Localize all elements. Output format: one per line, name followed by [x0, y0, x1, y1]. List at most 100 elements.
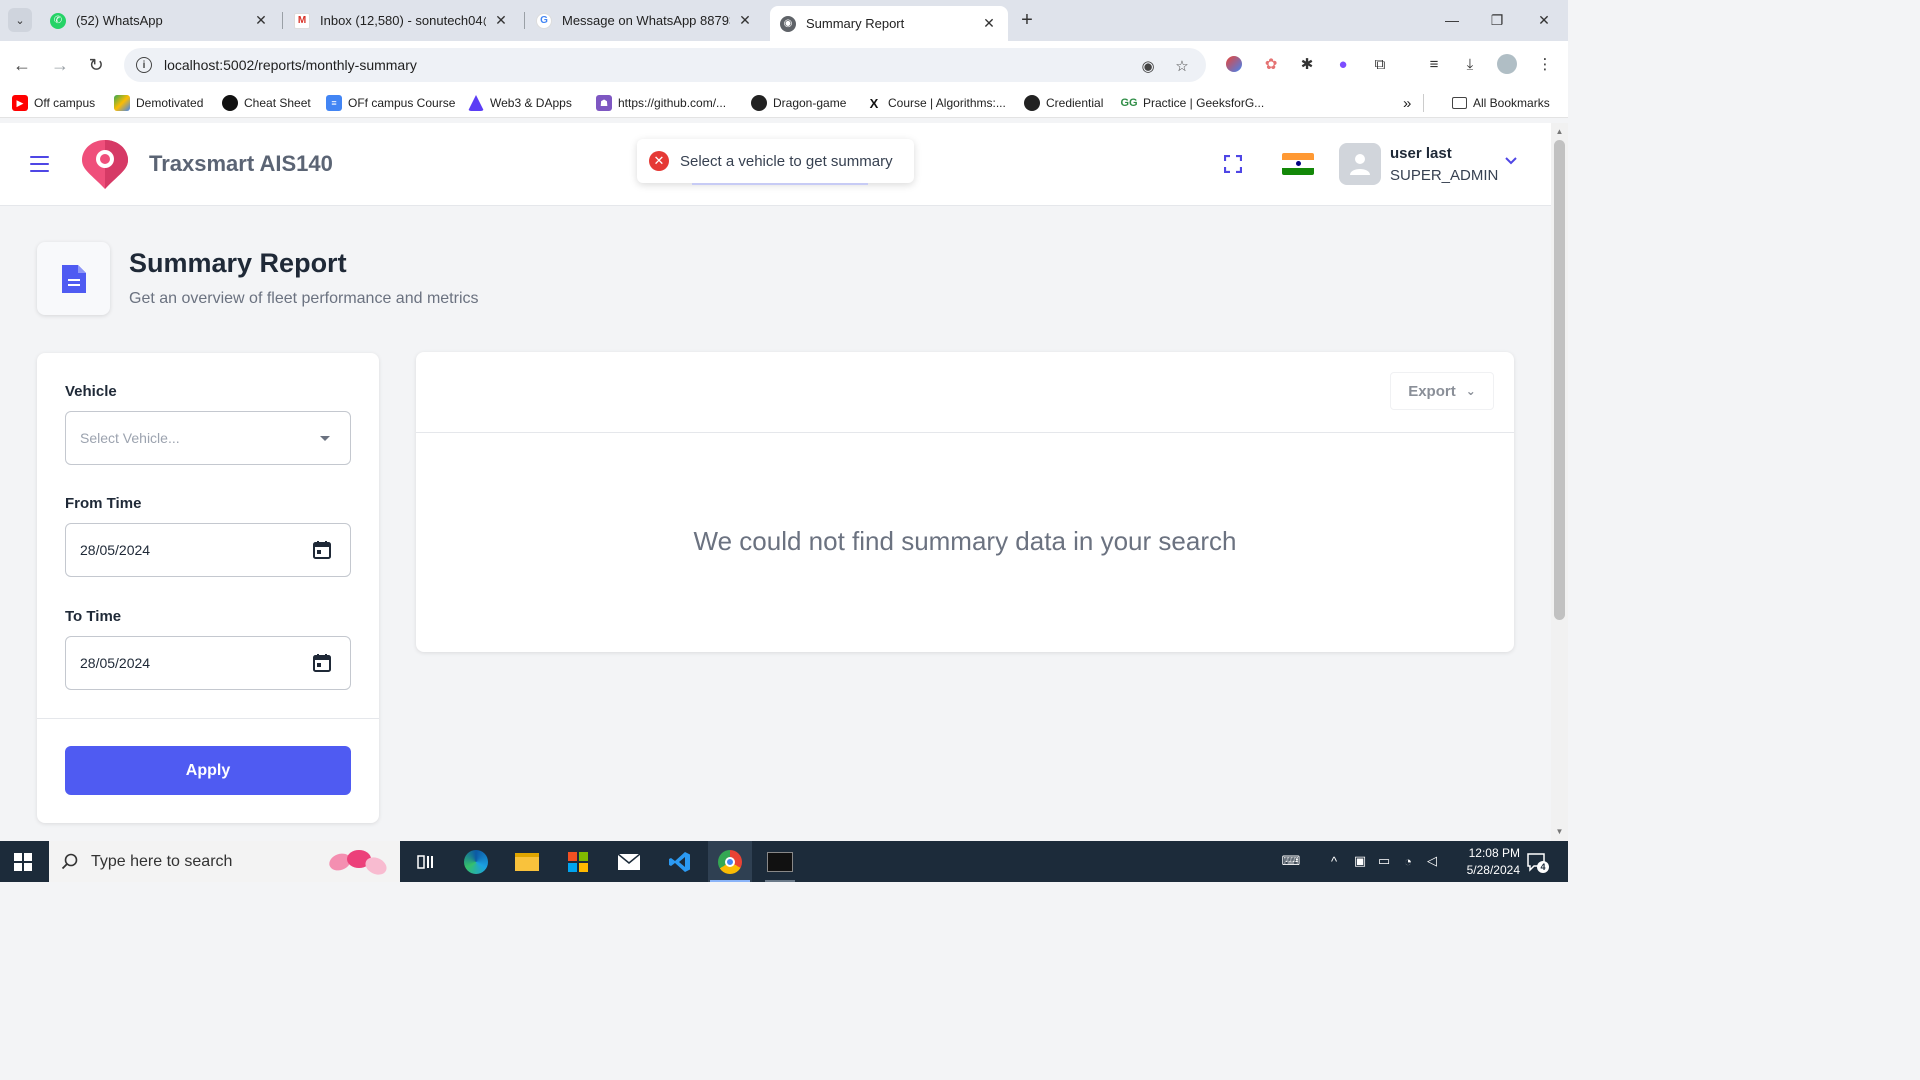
minimize-icon[interactable]: — — [1440, 8, 1464, 32]
google-icon: G — [536, 12, 552, 29]
close-tab-icon[interactable]: ✕ — [252, 12, 270, 30]
windows-start-icon[interactable] — [14, 853, 32, 871]
browser-tab-bar: ⌄ ✆ (52) WhatsApp ✕ M Inbox (12,580) - s… — [0, 0, 1568, 41]
media-control-icon[interactable]: ≡ — [1424, 54, 1444, 74]
bookmarks-bar: ▶ Off campus Demotivated Cheat Sheet ≡ OFf… — [0, 88, 1568, 118]
to-time-input[interactable]: 28/05/2024 — [65, 636, 351, 690]
tab-whatsapp[interactable]: ✆ (52) WhatsApp ✕ — [40, 6, 280, 35]
folder-icon — [1452, 97, 1467, 109]
empty-state-message: We could not find summary data in your s… — [693, 526, 1237, 556]
scroll-down-icon[interactable]: ▼ — [1554, 826, 1565, 837]
close-tab-icon[interactable]: ✕ — [492, 12, 510, 30]
meet-icon[interactable]: ▣ — [1350, 851, 1370, 871]
bookmark-label: Off campus — [34, 96, 96, 110]
star-icon[interactable]: ☆ — [1172, 56, 1192, 76]
tab-google-message[interactable]: G Message on WhatsApp 887935 ✕ — [526, 6, 764, 35]
edge-icon[interactable] — [461, 847, 491, 877]
restore-icon[interactable]: ❐ — [1485, 8, 1509, 32]
vehicle-select[interactable]: Select Vehicle... — [65, 411, 351, 465]
tab-gmail[interactable]: M Inbox (12,580) - sonutech04@g ✕ — [284, 6, 520, 35]
divider — [37, 718, 379, 719]
bookmark-github[interactable]: ☗ https://github.com/... — [596, 94, 726, 112]
bookmark-divider — [1423, 94, 1424, 112]
vscode-icon[interactable] — [665, 847, 695, 877]
user-icon — [1350, 154, 1370, 175]
volume-icon[interactable]: ◁ — [1422, 851, 1442, 871]
keyboard-icon[interactable]: ⌨ — [1278, 851, 1304, 871]
notification-center-icon[interactable]: 4 — [1526, 852, 1549, 873]
user-role: SUPER_ADMIN — [1390, 167, 1499, 184]
active-app-indicator — [710, 880, 750, 882]
scroll-up-icon[interactable]: ▲ — [1554, 126, 1565, 137]
tab-separator — [282, 12, 283, 29]
export-button[interactable]: Export ⌄ — [1390, 372, 1494, 410]
close-tab-icon[interactable]: ✕ — [980, 15, 998, 33]
github-icon: ☗ — [596, 95, 612, 111]
chevron-down-icon[interactable] — [1503, 153, 1519, 169]
microsoft-store-icon[interactable] — [563, 847, 593, 877]
extension-icon-1[interactable] — [1224, 54, 1244, 74]
bookmark-off-campus[interactable]: ▶ Off campus — [12, 94, 95, 112]
site-info-icon[interactable]: i — [136, 57, 152, 73]
puzzle-icon[interactable]: ⧉ — [1370, 54, 1390, 74]
bookmark-web3[interactable]: Web3 & DApps — [468, 94, 572, 112]
mail-icon[interactable] — [614, 847, 644, 877]
bookmark-crediential[interactable]: Crediential — [1024, 94, 1103, 112]
eye-icon[interactable]: ◉ — [1138, 56, 1158, 76]
address-bar[interactable]: i localhost:5002/reports/monthly-summary… — [124, 48, 1206, 82]
battery-icon[interactable]: ▭ — [1374, 851, 1394, 871]
tab-search-button[interactable]: ⌄ — [8, 8, 32, 32]
user-avatar[interactable] — [1339, 143, 1381, 185]
page-scrollbar[interactable]: ▲ ▼ — [1551, 123, 1568, 841]
extension-icon-4[interactable]: ● — [1333, 54, 1353, 74]
drive-icon — [114, 95, 130, 111]
menu-kebab-icon[interactable]: ⋮ — [1535, 54, 1555, 74]
file-explorer-icon[interactable] — [512, 847, 542, 877]
terminal-icon[interactable] — [765, 847, 795, 877]
taskbar-clock[interactable]: 12:08 PM 5/28/2024 — [1448, 845, 1520, 879]
bookmark-off-campus-course[interactable]: ≡ OFf campus Course — [326, 94, 455, 112]
close-window-icon[interactable]: ✕ — [1532, 8, 1556, 32]
calendar-icon[interactable] — [312, 653, 332, 673]
bookmark-label: All Bookmarks — [1473, 96, 1550, 110]
gfg-icon: GG — [1120, 95, 1138, 111]
extension-icon-2[interactable]: ✿ — [1261, 54, 1281, 74]
reload-icon[interactable]: ↻ — [84, 53, 108, 77]
bookmark-label: Web3 & DApps — [490, 96, 572, 110]
india-flag-icon[interactable] — [1282, 153, 1314, 175]
hamburger-menu-icon[interactable] — [30, 156, 49, 172]
tab-summary-report[interactable]: ◉ Summary Report ✕ — [770, 6, 1008, 41]
back-icon[interactable]: ← — [10, 53, 34, 77]
calendar-icon[interactable] — [312, 540, 332, 560]
chevron-down-icon: ⌄ — [1465, 384, 1476, 398]
wifi-icon[interactable]: ◔ — [1398, 851, 1418, 871]
from-time-input[interactable]: 28/05/2024 — [65, 523, 351, 577]
profile-avatar-icon[interactable] — [1497, 54, 1517, 74]
extension-icon-3[interactable]: ✱ — [1297, 54, 1317, 74]
forward-icon[interactable]: → — [48, 53, 72, 77]
globe-icon: ◉ — [780, 15, 796, 32]
bookmark-demotivated[interactable]: Demotivated — [114, 94, 203, 112]
all-bookmarks[interactable]: All Bookmarks — [1452, 94, 1550, 112]
fullscreen-icon[interactable] — [1224, 155, 1242, 173]
download-icon[interactable]: ⤓ — [1460, 54, 1480, 74]
show-hidden-icons-chevron-icon[interactable]: ^ — [1324, 851, 1344, 871]
chrome-icon[interactable] — [708, 841, 752, 882]
export-label: Export — [1408, 382, 1456, 400]
bookmark-label: Course | Algorithms:... — [888, 96, 1006, 110]
more-bookmarks-chevron-icon[interactable]: » — [1403, 94, 1411, 112]
bookmark-dragon-game[interactable]: Dragon-game — [751, 94, 846, 112]
from-time-label: From Time — [65, 495, 142, 512]
bookmark-course-algorithms[interactable]: X Course | Algorithms:... — [866, 94, 1006, 112]
whatsapp-icon: ✆ — [50, 12, 66, 29]
bookmark-cheat-sheet[interactable]: Cheat Sheet — [222, 94, 311, 112]
taskbar-search-box[interactable]: Type here to search — [49, 841, 400, 882]
scrollbar-thumb[interactable] — [1554, 140, 1565, 620]
apply-button[interactable]: Apply — [65, 746, 351, 795]
task-view-icon[interactable] — [410, 847, 440, 877]
bookmark-geeksforgeeks[interactable]: GG Practice | GeeksforG... — [1120, 94, 1264, 112]
globe-icon — [1024, 95, 1040, 111]
new-tab-button[interactable]: + — [1016, 9, 1038, 31]
close-tab-icon[interactable]: ✕ — [736, 12, 754, 30]
error-toast: ✕ Select a vehicle to get summary — [637, 139, 914, 183]
